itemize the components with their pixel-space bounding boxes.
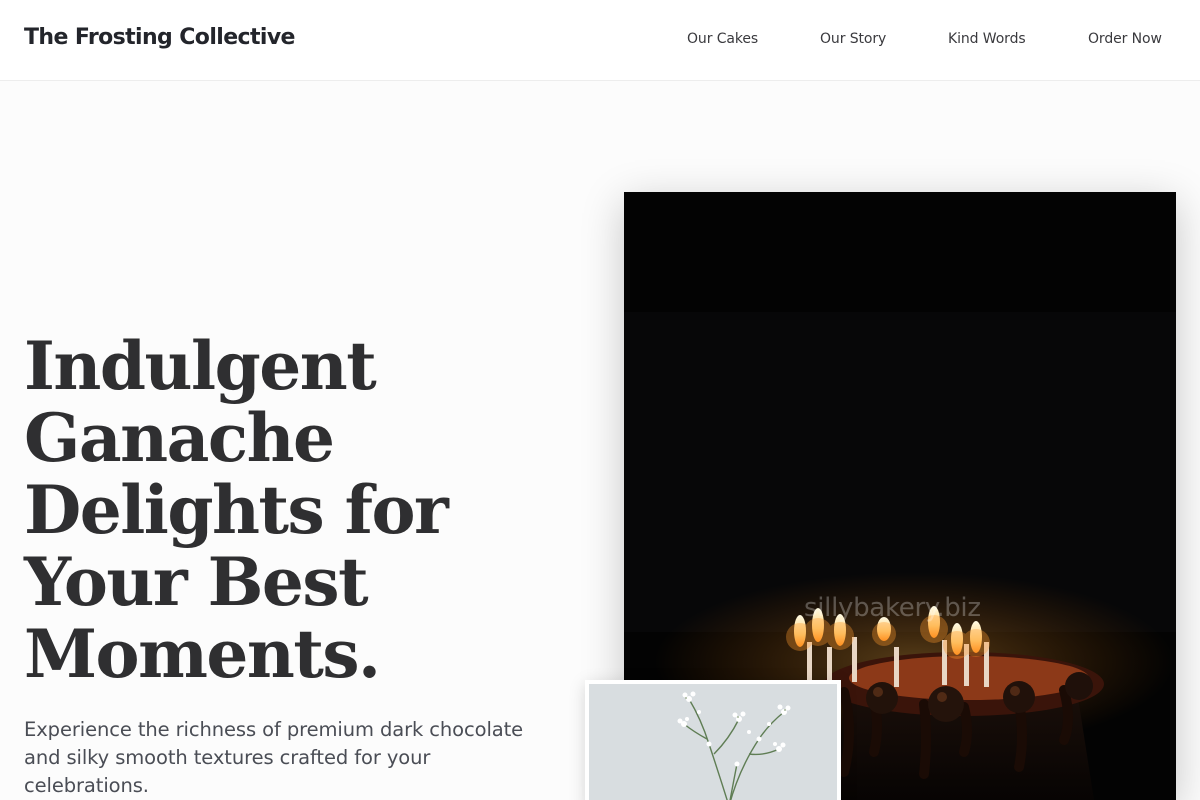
image-watermark: sillybakery.biz	[804, 593, 981, 623]
nav-link-our-cakes[interactable]: Our Cakes	[687, 31, 758, 47]
brand-logo[interactable]: The Frosting Collective	[24, 25, 295, 50]
top-navbar: The Frosting Collective Our Cakes Our St…	[0, 0, 1200, 81]
hero-title-line: Your Best	[24, 543, 369, 621]
hero-title: Indulgent Ganache Delights for Your Best…	[24, 330, 584, 690]
hero-subtitle: Experience the richness of premium dark …	[24, 718, 524, 797]
flowers-photo	[585, 680, 841, 800]
hero-title-line: Ganache	[24, 399, 335, 477]
nav-link-kind-words[interactable]: Kind Words	[948, 31, 1026, 47]
hero-title-line: Moments.	[24, 615, 381, 693]
hero-title-line: Indulgent	[24, 327, 377, 405]
hero-title-line: Delights for	[24, 471, 449, 549]
nav-link-our-story[interactable]: Our Story	[820, 31, 886, 47]
nav-link-order-now[interactable]: Order Now	[1088, 31, 1162, 47]
babys-breath-flowers-illustration	[589, 684, 837, 800]
